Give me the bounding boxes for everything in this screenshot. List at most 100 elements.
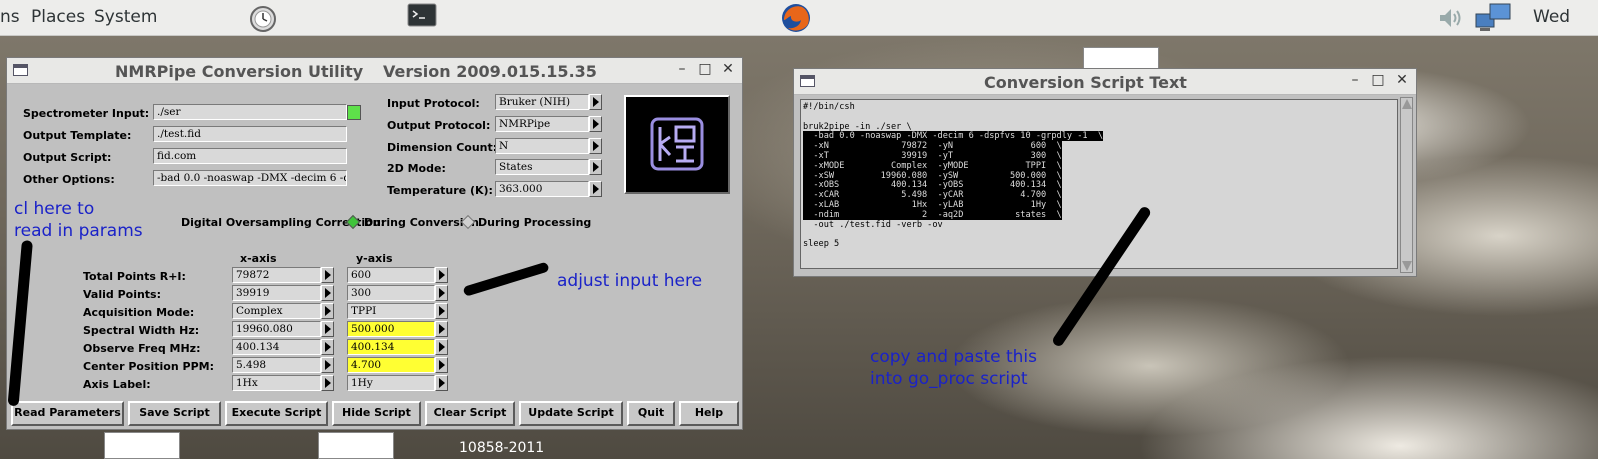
observe-freq-x-arrow-icon[interactable] <box>321 339 334 355</box>
output-script-field[interactable]: fid.com <box>153 148 347 164</box>
desktop-file-thumbnail[interactable] <box>318 432 394 459</box>
acquisition-mode-y-arrow-icon[interactable] <box>435 303 448 319</box>
hide-script-button[interactable]: Hide Script <box>332 401 421 426</box>
temperature-field[interactable]: 363.000 <box>495 181 589 197</box>
quit-button[interactable]: Quit <box>627 401 675 426</box>
acquisition-mode-x-arrow-icon[interactable] <box>321 303 334 319</box>
script-scrollbar[interactable] <box>1400 97 1413 273</box>
spectrometer-input-field[interactable]: ./ser <box>153 104 347 120</box>
output-protocol-select[interactable]: NMRPipe <box>495 116 589 132</box>
acquisition-mode-label: Acquisition Mode: <box>83 306 195 319</box>
desktop-file-thumbnail[interactable] <box>104 432 180 459</box>
nmrpipe-logo <box>624 95 730 194</box>
acquisition-mode-y-field[interactable]: TPPI <box>347 303 435 319</box>
close-icon[interactable]: ✕ <box>1394 72 1410 88</box>
2d-mode-select[interactable]: States <box>495 159 589 175</box>
temperature-arrow-icon[interactable] <box>589 181 602 197</box>
input-protocol-arrow-icon[interactable] <box>589 94 602 110</box>
menu-system[interactable]: System <box>94 7 157 27</box>
scroll-up-icon[interactable] <box>1402 99 1412 109</box>
script-line-selected: -xMODE Complex -yMODE TPPI \ <box>803 160 1062 171</box>
axis-label-x-arrow-icon[interactable] <box>321 375 334 391</box>
firefox-icon[interactable] <box>780 2 812 34</box>
axis-label-y-field[interactable]: 1Hy <box>347 375 435 391</box>
dimension-count-select[interactable]: N <box>495 138 589 154</box>
script-titlebar[interactable]: Conversion Script Text – □ ✕ <box>794 69 1416 95</box>
script-line-selected: -xCAR 5.498 -yCAR 4.700 \ <box>803 190 1062 201</box>
dimension-count-arrow-icon[interactable] <box>589 138 602 154</box>
valid-points-x-arrow-icon[interactable] <box>321 285 334 301</box>
menu-places[interactable]: Places <box>31 7 85 27</box>
volume-icon[interactable] <box>1437 6 1465 30</box>
y-axis-header: y-axis <box>356 252 393 265</box>
total-points-x-field[interactable]: 79872 <box>232 267 321 283</box>
other-options-label: Other Options: <box>23 173 115 186</box>
minimize-icon[interactable]: – <box>674 61 690 77</box>
terminal-icon[interactable] <box>407 3 437 29</box>
script-line-selected: -xSW 19960.080 -ySW 500.000 \ <box>803 170 1062 181</box>
spectral-width-x-field[interactable]: 19960.080 <box>232 321 321 337</box>
center-position-y-field[interactable]: 4.700 <box>347 357 435 373</box>
annotation-read-params: cl here to read in params <box>14 199 143 241</box>
spectral-width-y-arrow-icon[interactable] <box>435 321 448 337</box>
save-script-button[interactable]: Save Script <box>128 401 221 426</box>
annotation-copy-paste: copy and paste this into go_proc script <box>870 347 1038 389</box>
total-points-y-field[interactable]: 600 <box>347 267 435 283</box>
valid-points-x-field[interactable]: 39919 <box>232 285 321 301</box>
window-menu-icon[interactable] <box>800 75 815 87</box>
total-points-y-arrow-icon[interactable] <box>435 267 448 283</box>
maximize-icon[interactable]: □ <box>697 61 713 77</box>
clear-script-button[interactable]: Clear Script <box>425 401 515 426</box>
clock-label[interactable]: Wed <box>1533 7 1570 27</box>
network-icon[interactable] <box>1474 2 1514 34</box>
observe-freq-y-field[interactable]: 400.134 <box>347 339 435 355</box>
script-line-selected: -xT 39919 -yT 300 \ <box>803 150 1062 161</box>
output-template-field[interactable]: ./test.fid <box>153 126 347 142</box>
desktop-file-label[interactable]: 10858-2011 <box>459 440 544 456</box>
script-line: sleep 5 <box>803 239 840 250</box>
window-menu-icon[interactable] <box>13 64 28 76</box>
spectral-width-x-arrow-icon[interactable] <box>321 321 334 337</box>
2d-mode-label: 2D Mode: <box>387 162 446 175</box>
observe-freq-y-arrow-icon[interactable] <box>435 339 448 355</box>
script-window-title: Conversion Script Text <box>984 73 1187 92</box>
axis-label-x-field[interactable]: 1Hx <box>232 375 321 391</box>
center-position-x-arrow-icon[interactable] <box>321 357 334 373</box>
nmrpipe-window: NMRPipe Conversion Utility Version 2009.… <box>6 57 743 430</box>
center-position-y-arrow-icon[interactable] <box>435 357 448 373</box>
spectral-width-y-field[interactable]: 500.000 <box>347 321 435 337</box>
menu-applications[interactable]: ns <box>0 7 20 27</box>
close-icon[interactable]: ✕ <box>720 61 736 77</box>
other-options-field[interactable]: -bad 0.0 -noaswap -DMX -decim 6 -dspfv <box>153 170 347 186</box>
desktop-file-thumbnail[interactable] <box>1083 47 1159 69</box>
observe-freq-x-field[interactable]: 400.134 <box>232 339 321 355</box>
execute-script-button[interactable]: Execute Script <box>225 401 328 426</box>
help-button[interactable]: Help <box>679 401 739 426</box>
maximize-icon[interactable]: □ <box>1370 72 1386 88</box>
axis-label-y-arrow-icon[interactable] <box>435 375 448 391</box>
center-position-label: Center Position PPM: <box>83 360 214 373</box>
clock-icon[interactable] <box>248 3 278 33</box>
acquisition-mode-x-field[interactable]: Complex <box>232 303 321 319</box>
browse-button[interactable] <box>347 105 361 120</box>
temperature-label: Temperature (K): <box>387 184 493 197</box>
nmrpipe-titlebar[interactable]: NMRPipe Conversion Utility Version 2009.… <box>7 58 742 84</box>
valid-points-label: Valid Points: <box>83 288 162 301</box>
read-parameters-button[interactable]: Read Parameters <box>11 401 124 426</box>
scroll-down-icon[interactable] <box>1402 261 1412 271</box>
valid-points-y-field[interactable]: 300 <box>347 285 435 301</box>
total-points-label: Total Points R+I: <box>83 270 186 283</box>
output-protocol-arrow-icon[interactable] <box>589 116 602 132</box>
center-position-x-field[interactable]: 5.498 <box>232 357 321 373</box>
valid-points-y-arrow-icon[interactable] <box>435 285 448 301</box>
2d-mode-arrow-icon[interactable] <box>589 159 602 175</box>
during-processing-label[interactable]: During Processing <box>478 216 591 229</box>
script-line-selected: -xLAB 1Hx -yLAB 1Hy \ <box>803 199 1062 210</box>
input-protocol-select[interactable]: Bruker (NIH) <box>495 94 589 110</box>
script-text-area[interactable]: #!/bin/csh bruk2pipe -in ./ser \ -bad 0.… <box>800 99 1398 269</box>
input-protocol-label: Input Protocol: <box>387 97 480 110</box>
total-points-x-arrow-icon[interactable] <box>321 267 334 283</box>
script-line-selected: -xOBS 400.134 -yOBS 400.134 \ <box>803 180 1062 191</box>
update-script-button[interactable]: Update Script <box>519 401 623 426</box>
minimize-icon[interactable]: – <box>1347 72 1363 88</box>
